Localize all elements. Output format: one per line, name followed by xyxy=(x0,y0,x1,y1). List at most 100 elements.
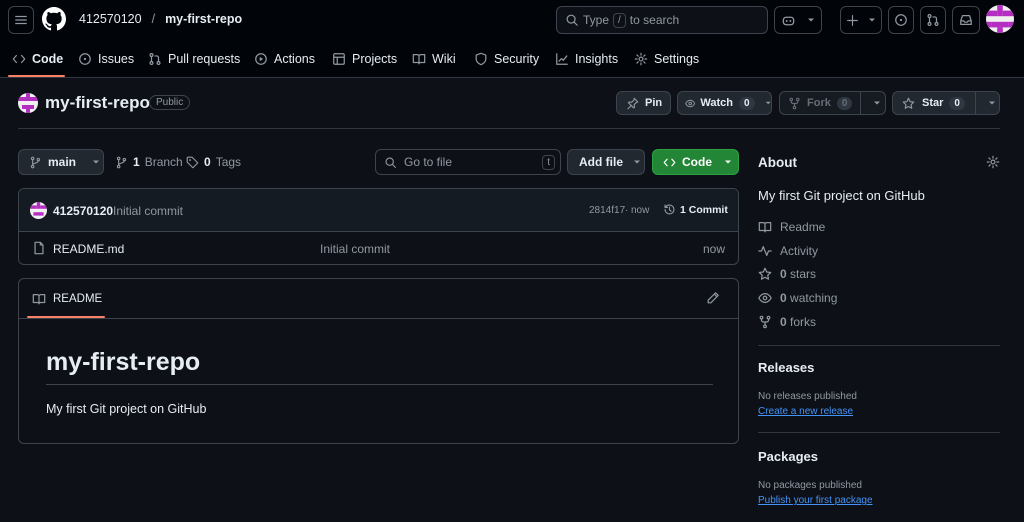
active-tab-underline xyxy=(8,75,65,77)
publish-package-link[interactable]: Publish your first package xyxy=(758,495,873,506)
commits-history-link[interactable]: 1 Commit xyxy=(663,203,728,216)
branch-name: main xyxy=(48,155,77,169)
inbox-icon xyxy=(960,15,972,25)
packages-empty: No packages published xyxy=(758,480,862,491)
pencil-icon[interactable] xyxy=(706,291,720,305)
hamburger-icon xyxy=(15,15,27,25)
file-name[interactable]: README.md xyxy=(53,242,124,256)
search-prefix: Type xyxy=(583,13,610,27)
commit-author-avatar[interactable] xyxy=(30,202,47,219)
star-button[interactable]: Star 0 xyxy=(892,91,1000,115)
go-to-file-input[interactable]: Go to file t xyxy=(375,149,561,175)
commit-author[interactable]: 412570120 xyxy=(53,204,113,218)
tab-insights[interactable]: Insights xyxy=(555,44,618,74)
history-icon xyxy=(664,204,675,215)
create-new-button[interactable] xyxy=(840,6,882,34)
play-icon xyxy=(255,53,267,65)
book-icon xyxy=(758,222,772,233)
code-label: Code xyxy=(682,155,712,169)
about-stars-count: 0 xyxy=(780,267,787,281)
chevron-down-icon xyxy=(869,18,876,22)
pull-requests-button[interactable] xyxy=(920,6,946,34)
commit-message[interactable]: Initial commit xyxy=(113,204,183,218)
search-input[interactable]: Type / to search xyxy=(556,6,768,34)
fork-icon xyxy=(789,97,800,109)
issues-button[interactable] xyxy=(888,6,914,34)
tab-issues-label: Issues xyxy=(98,52,135,66)
tab-issues[interactable]: Issues xyxy=(78,44,134,74)
go-to-file-placeholder: Go to file xyxy=(404,155,453,169)
copilot-button[interactable] xyxy=(774,6,822,34)
identicon-icon xyxy=(30,202,47,219)
branch-icon xyxy=(30,156,41,168)
readme-heading-rule xyxy=(46,384,713,385)
file-commit-time: now xyxy=(703,242,726,256)
about-watching-label: watching xyxy=(790,291,838,305)
code-button[interactable]: Code xyxy=(652,149,739,175)
search-icon xyxy=(566,14,578,26)
about-forks-count: 0 xyxy=(780,315,787,329)
create-release-link[interactable]: Create a new release xyxy=(758,406,853,417)
tab-settings[interactable]: Settings xyxy=(634,44,699,74)
pulse-icon xyxy=(758,246,772,256)
go-to-file-key-hint: t xyxy=(542,155,555,170)
about-watching-count: 0 xyxy=(780,291,787,305)
latest-commit-bar: 412570120 Initial commit 2814f17 · now 1… xyxy=(19,189,738,232)
gear-icon[interactable] xyxy=(986,155,1000,169)
about-forks[interactable]: 0 forks xyxy=(758,315,816,329)
tab-settings-label: Settings xyxy=(654,52,700,66)
file-list: 412570120 Initial commit 2814f17 · now 1… xyxy=(18,188,739,265)
tab-actions[interactable]: Actions xyxy=(254,44,315,74)
fork-dropdown-divider xyxy=(860,92,862,114)
readme-tab[interactable]: README xyxy=(32,292,102,306)
breadcrumb-owner[interactable]: 412570120 xyxy=(79,12,142,26)
star-label: Star xyxy=(922,97,944,109)
tab-projects[interactable]: Projects xyxy=(332,44,397,74)
releases-empty: No releases published xyxy=(758,391,857,402)
menu-button[interactable] xyxy=(8,6,34,34)
search-suffix: to search xyxy=(629,13,680,27)
about-watching[interactable]: 0 watching xyxy=(758,291,837,305)
chevron-down-icon xyxy=(808,18,815,22)
releases-title[interactable]: Releases xyxy=(758,360,814,375)
tab-wiki[interactable]: Wiki xyxy=(412,44,456,74)
user-avatar[interactable] xyxy=(986,5,1014,33)
commit-sha[interactable]: 2814f17 xyxy=(589,205,625,216)
tags-count: 0 xyxy=(204,155,211,169)
identicon-icon xyxy=(18,93,38,113)
about-readme-label: Readme xyxy=(780,220,826,234)
about-stars[interactable]: 0 stars xyxy=(758,267,816,281)
tags-link[interactable]: 0 Tags xyxy=(186,155,241,169)
about-readme[interactable]: Readme xyxy=(758,220,825,234)
star-dropdown-divider xyxy=(974,92,976,114)
commit-dot: · xyxy=(625,205,629,216)
inbox-button[interactable] xyxy=(952,6,980,34)
readme-header: README xyxy=(19,279,738,319)
github-logo[interactable] xyxy=(42,7,66,31)
add-file-button[interactable]: Add file xyxy=(567,149,645,175)
breadcrumb-repo[interactable]: my-first-repo xyxy=(165,12,242,26)
tab-pull-requests[interactable]: Pull requests xyxy=(148,44,240,74)
branches-link[interactable]: 1 Branch xyxy=(115,155,183,169)
tab-security[interactable]: Security xyxy=(474,44,539,74)
about-activity[interactable]: Activity xyxy=(758,244,818,258)
chevron-down-icon xyxy=(874,101,881,105)
tab-pull-requests-label: Pull requests xyxy=(168,52,241,66)
file-row[interactable]: README.md Initial commit now xyxy=(19,232,738,264)
repo-header-divider xyxy=(18,128,1000,129)
sidebar-divider xyxy=(758,345,1000,346)
chevron-down-icon xyxy=(765,101,771,105)
packages-title[interactable]: Packages xyxy=(758,449,818,464)
copilot-icon xyxy=(782,16,795,25)
fork-button[interactable]: Fork 0 xyxy=(779,91,886,115)
pin-button[interactable]: Pin xyxy=(616,91,671,115)
repo-title[interactable]: my-first-repo xyxy=(45,93,150,113)
file-commit-message[interactable]: Initial commit xyxy=(320,242,390,256)
tab-code[interactable]: Code xyxy=(12,44,63,74)
tab-projects-label: Projects xyxy=(352,52,398,66)
watch-label: Watch xyxy=(700,97,734,109)
branch-select[interactable]: main xyxy=(18,149,104,175)
github-logo-icon xyxy=(42,7,66,31)
watch-button[interactable]: Watch 0 xyxy=(677,91,772,115)
commit-time: now xyxy=(631,205,650,216)
